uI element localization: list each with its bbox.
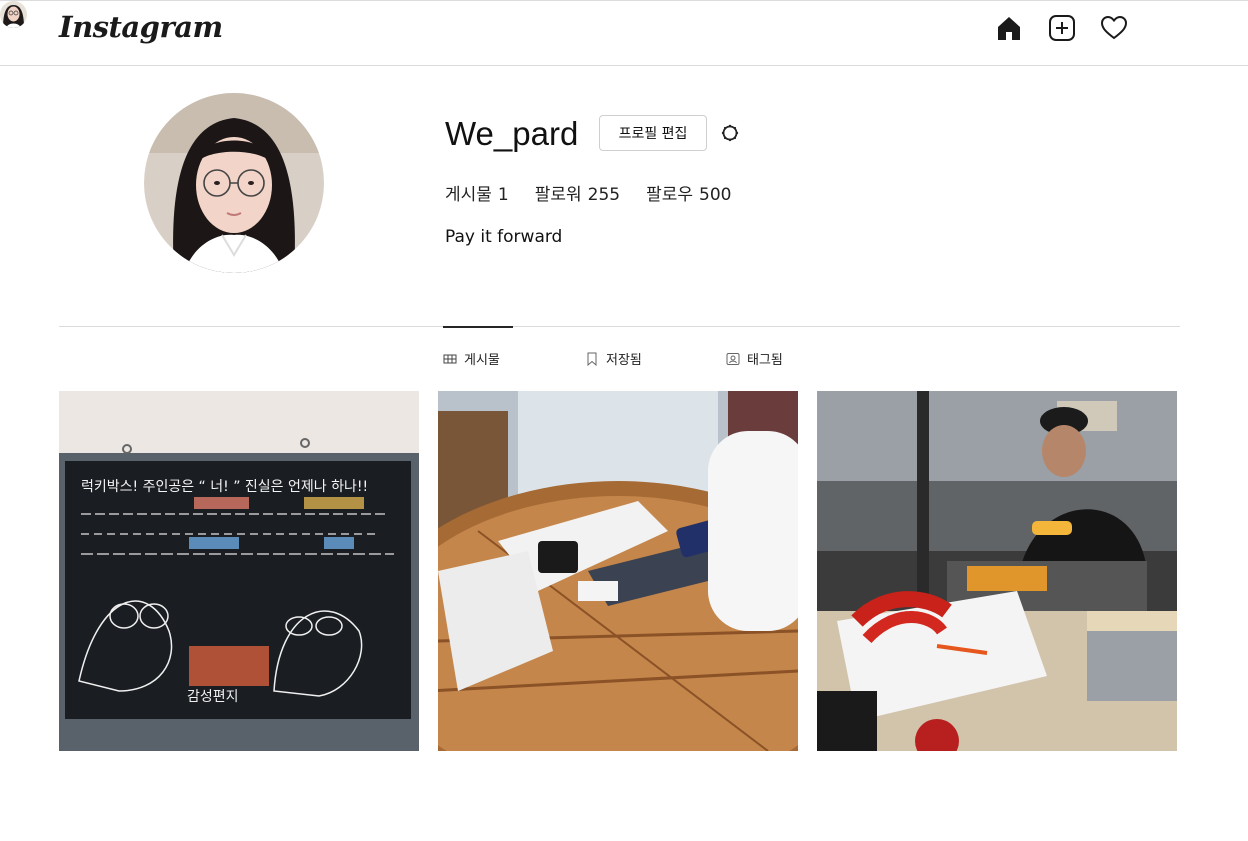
tab-posts-label: 게시물	[464, 353, 500, 368]
tab-tagged[interactable]: 태그됨	[726, 349, 783, 368]
tab-posts[interactable]: 게시물	[443, 349, 500, 368]
stat-following[interactable]: 팔로우 500	[646, 180, 731, 205]
profile-stats: 게시물 1 팔로워 255 팔로우 500	[445, 180, 758, 205]
stat-following-count: 500	[699, 185, 732, 205]
bookmark-icon	[587, 352, 597, 366]
home-icon[interactable]	[995, 14, 1023, 42]
stat-followers-count: 255	[587, 185, 621, 205]
tab-saved[interactable]: 저장됨	[585, 349, 642, 368]
stat-followers[interactable]: 팔로워 255	[535, 180, 620, 205]
tabs-divider	[59, 326, 1180, 327]
stat-following-label: 팔로우	[646, 185, 694, 205]
tab-saved-label: 저장됨	[606, 353, 642, 368]
tab-tagged-label: 태그됨	[747, 353, 783, 368]
active-tab-indicator	[443, 326, 513, 328]
chalkboard-line-2: 감성편지	[187, 689, 239, 705]
chalkboard-line-1: 럭키박스! 주인공은 “ 너! ” 진실은 언제나 하나!!	[81, 479, 368, 495]
stat-posts-label: 게시물	[445, 185, 492, 205]
profile-username: We_pard	[445, 115, 579, 152]
post-thumbnail-cafe-table[interactable]	[438, 391, 798, 751]
post-thumbnail-street-food[interactable]	[817, 391, 1177, 751]
settings-gear-icon[interactable]	[720, 123, 740, 143]
stat-followers-label: 팔로워	[534, 185, 582, 205]
new-post-icon[interactable]	[1048, 14, 1076, 42]
tag-user-icon	[726, 352, 740, 365]
stat-posts: 게시물 1	[445, 180, 509, 205]
grid-icon	[443, 354, 457, 363]
top-navigation-bar: Instagram	[0, 0, 1248, 66]
post-thumbnail-chalkboard[interactable]: 럭키박스! 주인공은 “ 너! ” 진실은 언제나 하나!! 감성편지	[59, 391, 419, 751]
heart-icon[interactable]	[1100, 14, 1128, 42]
profile-avatar[interactable]	[0, 1, 27, 28]
stat-posts-count: 1	[497, 185, 509, 205]
edit-profile-button[interactable]: 프로필 편집	[599, 115, 707, 151]
profile-photo[interactable]	[144, 93, 324, 273]
profile-bio: Pay it forward	[445, 227, 563, 247]
instagram-logo[interactable]: Instagram	[59, 10, 223, 44]
